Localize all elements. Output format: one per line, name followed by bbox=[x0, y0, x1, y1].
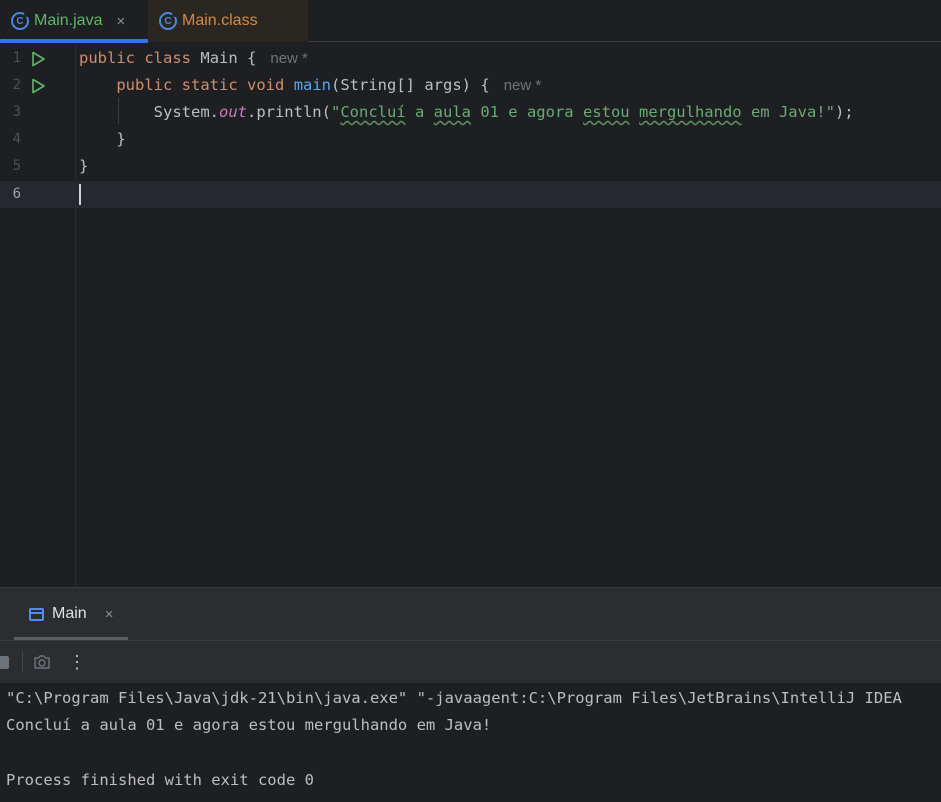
text-caret bbox=[79, 184, 81, 205]
run-tab-main[interactable]: Main × bbox=[0, 588, 128, 640]
code-text: } bbox=[116, 130, 126, 148]
tab-main-class[interactable]: C Main.class bbox=[148, 0, 308, 42]
code-line-5[interactable]: 5 } bbox=[0, 153, 941, 180]
code-text: public class Main {new * bbox=[79, 49, 308, 67]
console-line: "C:\Program Files\Java\jdk-21\bin\java.e… bbox=[6, 689, 902, 707]
tab-label: Main.java bbox=[34, 12, 103, 29]
run-gutter-icon[interactable] bbox=[30, 78, 46, 94]
java-class-icon: C bbox=[159, 11, 178, 30]
code-text: } bbox=[79, 157, 89, 175]
console-output[interactable]: "C:\Program Files\Java\jdk-21\bin\java.e… bbox=[0, 683, 941, 802]
code-line-6[interactable]: 6 bbox=[0, 181, 941, 208]
line-number: 2 bbox=[12, 77, 21, 93]
code-text: System.out.println("Concluí a aula 01 e … bbox=[153, 103, 854, 121]
inlay-hint-new[interactable]: new * bbox=[504, 77, 542, 94]
line-number: 1 bbox=[12, 50, 21, 66]
run-tab-bar: Main × bbox=[0, 588, 941, 640]
code-line-1[interactable]: 1 public class Main {new * bbox=[0, 45, 941, 72]
run-tab-label: Main bbox=[52, 605, 87, 622]
run-gutter-icon[interactable] bbox=[30, 51, 46, 67]
code-line-3[interactable]: 3 System.out.println("Concluí a aula 01 … bbox=[0, 99, 941, 126]
line-number: 5 bbox=[12, 158, 21, 174]
line-number: 4 bbox=[12, 131, 21, 147]
console-line: Process finished with exit code 0 bbox=[6, 771, 314, 789]
more-options-icon[interactable]: ⋮ bbox=[68, 651, 86, 673]
code-line-2[interactable]: 2 public static void main(String[] args)… bbox=[0, 72, 941, 99]
code-editor[interactable]: 1 public class Main {new * 2 public stat… bbox=[0, 43, 941, 586]
inlay-hint-new[interactable]: new * bbox=[270, 50, 308, 67]
console-line: Concluí a aula 01 e agora estou mergulha… bbox=[6, 716, 492, 734]
java-class-icon: C bbox=[11, 11, 30, 30]
camera-icon[interactable] bbox=[33, 654, 51, 670]
code-text: public static void main(String[] args) {… bbox=[116, 76, 542, 94]
code-line-4[interactable]: 4 } bbox=[0, 126, 941, 153]
tab-label: Main.class bbox=[182, 12, 258, 29]
toolbar-separator bbox=[22, 651, 23, 673]
editor-tab-bar: C Main.java × C Main.class bbox=[0, 0, 941, 43]
close-run-tab-icon[interactable]: × bbox=[105, 606, 114, 623]
line-number: 6 bbox=[12, 186, 21, 202]
stop-icon[interactable] bbox=[0, 656, 9, 669]
line-number: 3 bbox=[12, 104, 21, 120]
run-toolbar: ⋮ bbox=[0, 640, 941, 683]
close-tab-icon[interactable]: × bbox=[116, 13, 125, 30]
console-icon bbox=[29, 607, 44, 621]
run-tool-window: Main × ⋮ "C:\Program Files\Java\jdk-21\b… bbox=[0, 587, 941, 802]
tab-main-java[interactable]: C Main.java × bbox=[0, 0, 148, 43]
